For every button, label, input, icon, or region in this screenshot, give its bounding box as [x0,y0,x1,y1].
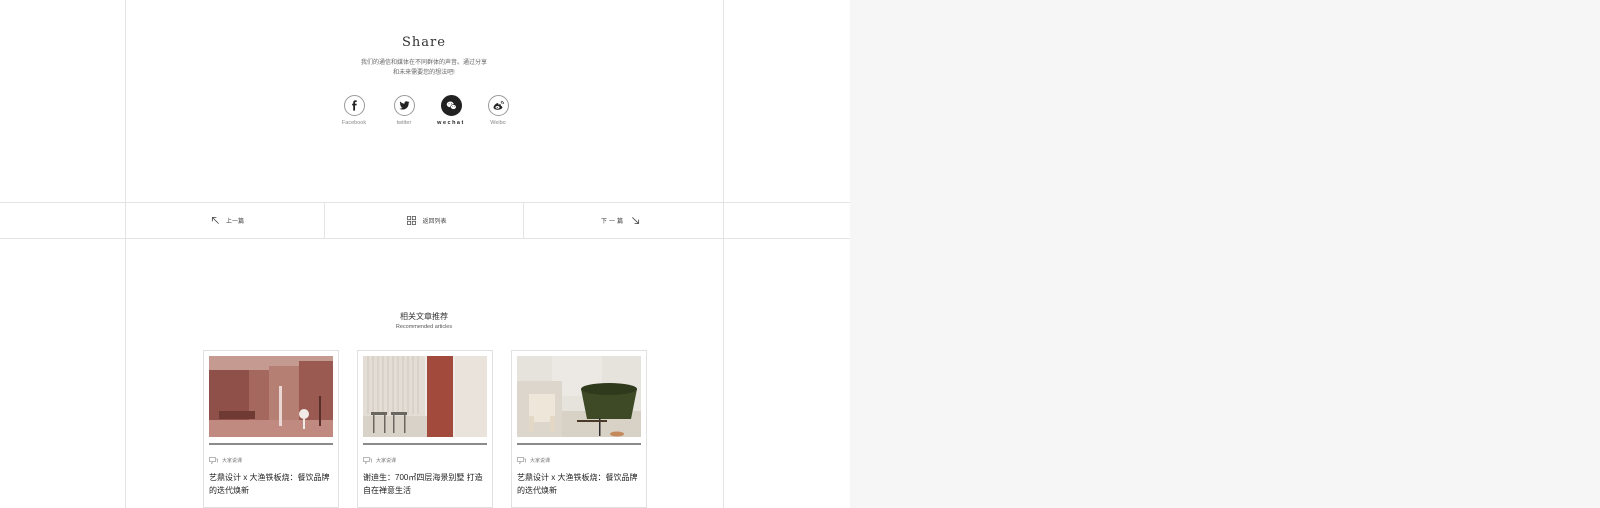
card-divider [363,443,487,445]
article-thumbnail [363,356,487,437]
wechat-icon [446,101,457,110]
share-desc-line: 我们的通信和媒体在不同群体的声音。通过分享 [360,60,487,66]
right-empty-panel [850,0,1600,508]
card-title[interactable]: 艺鼎设计 x 大渔铁板烧：餐饮品牌的迭代焕新 [517,471,641,497]
recommended-subtitle: Recommended articles [395,324,453,330]
share-label: Facebook [341,120,367,126]
twitter-icon [398,101,410,110]
back-to-list-link[interactable]: 返回列表 [324,203,524,238]
share-weibo-button[interactable]: Weibo [478,95,518,126]
article-card[interactable]: 大家说课 艺鼎设计 x 大渔铁板烧：餐饮品牌的迭代焕新 [203,350,339,508]
article-thumbnail [517,356,641,437]
prev-label: 上一篇 [225,219,244,225]
card-divider [209,443,333,445]
arrow-up-left-icon [211,216,219,224]
arrow-down-right-icon [632,217,640,225]
category-label: 大家说课 [222,458,243,464]
grid-icon [407,216,417,225]
weibo-icon [493,100,504,110]
chat-bubble-icon [209,457,218,464]
recommended-title: 相关文章推荐 [400,312,448,321]
chat-bubble-icon [517,457,526,464]
share-label: Weibo [490,120,506,126]
card-title[interactable]: 艺鼎设计 x 大渔铁板烧：餐饮品牌的迭代焕新 [209,471,333,497]
next-article-link[interactable]: 下一篇 [524,203,723,238]
card-divider [517,443,641,445]
divider [0,238,850,239]
share-title: Share [402,35,446,50]
share-label: twitter [396,120,412,126]
article-nav: 上一篇 返回列表 下一篇 [125,203,723,238]
list-label: 返回列表 [422,219,447,225]
share-facebook-button[interactable]: Facebook [334,95,374,126]
article-card[interactable]: 大家说课 艺鼎设计 x 大渔铁板烧：餐饮品牌的迭代焕新 [511,350,647,508]
share-label: wechat [437,120,465,126]
next-label: 下一篇 [600,219,625,225]
chat-bubble-icon [363,457,372,464]
article-card[interactable]: 大家说课 谢迪生：700㎡四层海景别墅 打造自在禅意生活 [357,350,493,508]
share-twitter-button[interactable]: twitter [384,95,424,126]
card-category: 大家说课 [209,457,242,464]
share-description: 我们的通信和媒体在不同群体的声音。通过分享 和未来需要您的想法吧! [125,58,723,78]
share-desc-line: 和未来需要您的想法吧! [393,70,455,76]
facebook-icon [351,100,357,111]
card-category: 大家说课 [517,457,550,464]
category-label: 大家说课 [530,458,551,464]
article-thumbnail [209,356,333,437]
prev-article-link[interactable]: 上一篇 [125,203,324,238]
grid-line [723,0,724,508]
category-label: 大家说课 [376,458,397,464]
card-title[interactable]: 谢迪生：700㎡四层海景别墅 打造自在禅意生活 [363,471,487,497]
article-footer: Share 我们的通信和媒体在不同群体的声音。通过分享 和未来需要您的想法吧! … [0,0,850,508]
share-wechat-button[interactable]: wechat [431,95,471,126]
card-category: 大家说课 [363,457,396,464]
share-buttons: Facebook twitter wechat Weibo [0,95,850,135]
